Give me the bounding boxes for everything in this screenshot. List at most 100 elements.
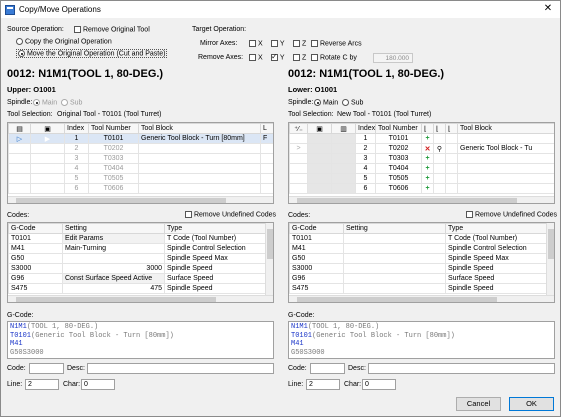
table-row[interactable]: 3 T0303 + bbox=[289, 153, 554, 164]
table-row[interactable]: 3 T0303 bbox=[8, 153, 273, 164]
add-icon[interactable]: + bbox=[421, 183, 434, 194]
table-row[interactable]: 6 T0606 bbox=[8, 183, 273, 194]
table-row[interactable]: G50 Spindle Speed Max bbox=[8, 253, 267, 264]
right-line-field[interactable]: 2 bbox=[306, 379, 340, 390]
close-icon[interactable]: ✕ bbox=[540, 2, 556, 16]
col-gcode[interactable]: G-Code bbox=[289, 223, 344, 234]
radio-button[interactable] bbox=[16, 38, 23, 45]
chart-icon[interactable]: ⌊ bbox=[421, 123, 434, 134]
title-bar: Copy/Move Operations ✕ bbox=[1, 1, 560, 18]
left-codes-hscroll[interactable] bbox=[8, 295, 273, 302]
remove-original-tool-checkbox[interactable]: Remove Original Tool bbox=[74, 26, 150, 33]
table-row[interactable]: >2 T0202 ✕ ⚲ Generic Tool Block - Tu bbox=[289, 143, 554, 154]
left-char-label: Char: bbox=[63, 381, 81, 388]
col-tool-number[interactable]: Tool Number bbox=[88, 123, 139, 134]
play-selected-icon[interactable]: ▶ bbox=[30, 133, 65, 144]
cancel-button[interactable]: Cancel bbox=[456, 397, 501, 411]
col-type[interactable]: Type bbox=[164, 223, 267, 234]
rotate-c-checkbox[interactable]: Rotate C by bbox=[311, 54, 357, 61]
right-char-field[interactable]: 0 bbox=[362, 379, 396, 390]
add-icon[interactable]: + bbox=[421, 173, 434, 184]
ok-button[interactable]: OK bbox=[509, 397, 554, 411]
col-setting[interactable]: Setting bbox=[62, 223, 165, 234]
table-row[interactable]: M41 Spindle Control Selection bbox=[289, 243, 548, 254]
table-row[interactable]: T0101 Edit Params T Code (Tool Number) bbox=[8, 233, 267, 244]
remove-x-checkbox[interactable]: X bbox=[249, 54, 263, 61]
table-row[interactable]: S475 475 Spindle Speed bbox=[8, 283, 267, 294]
right-spindle-main-radio[interactable]: Main bbox=[314, 99, 338, 106]
table-row[interactable]: 2 T0202 bbox=[8, 143, 273, 154]
right-desc-label: Desc: bbox=[348, 365, 366, 372]
mirror-z-checkbox[interactable]: Z bbox=[293, 40, 306, 47]
table-row[interactable]: S3000 Spindle Speed bbox=[289, 263, 548, 274]
right-gcode-editor[interactable]: N1M1(TOOL 1, 80-DEG.) T0101(Generic Tool … bbox=[288, 321, 555, 359]
remove-icon[interactable]: ✕ bbox=[421, 143, 434, 154]
table-row[interactable]: ▷ ▶ 1 T0101 Generic Tool Block - Turn [8… bbox=[8, 133, 273, 144]
table-row[interactable]: M41 Main-Turning Spindle Control Selection bbox=[8, 243, 267, 254]
left-desc-field[interactable] bbox=[87, 363, 274, 374]
left-tool-hscroll[interactable] bbox=[8, 196, 273, 203]
mirror-x-checkbox[interactable]: X bbox=[249, 40, 263, 47]
table-row[interactable]: S3000 3000 Spindle Speed bbox=[8, 263, 267, 274]
right-desc-field[interactable] bbox=[368, 363, 555, 374]
col-extra[interactable]: L bbox=[260, 123, 273, 134]
col-tool-block[interactable]: Tool Block bbox=[138, 123, 261, 134]
remove-z-checkbox[interactable]: Z bbox=[293, 54, 306, 61]
remove-y-checkbox[interactable]: Y bbox=[271, 52, 285, 61]
window-title: Copy/Move Operations bbox=[19, 5, 101, 14]
right-code-field[interactable] bbox=[310, 363, 345, 374]
turret-icon[interactable]: ▣ bbox=[307, 123, 332, 134]
search-icon[interactable]: ⚲ bbox=[433, 143, 446, 154]
table-row[interactable]: 4 T0404 + bbox=[289, 163, 554, 174]
left-spindle-sub-radio: Sub bbox=[61, 99, 82, 106]
right-remove-undefined-checkbox[interactable]: Remove Undefined Codes bbox=[466, 211, 557, 218]
copy-original-radio[interactable]: Copy the Original Operation bbox=[16, 38, 112, 45]
col-tool-number[interactable]: Tool Number bbox=[375, 123, 422, 134]
left-line-field[interactable]: 2 bbox=[25, 379, 59, 390]
col-index[interactable]: Index bbox=[64, 123, 89, 134]
table-row[interactable]: T0101 T Code (Tool Number) bbox=[289, 233, 548, 244]
radio-button-selected[interactable] bbox=[18, 50, 25, 57]
left-char-field[interactable]: 0 bbox=[81, 379, 115, 390]
app-icon bbox=[5, 4, 15, 15]
chart-icon[interactable]: ⌊ bbox=[445, 123, 458, 134]
left-code-field[interactable] bbox=[29, 363, 64, 374]
table-row[interactable]: G96 Const Surface Speed Active Surface Spe… bbox=[8, 273, 267, 284]
add-icon[interactable]: + bbox=[421, 153, 434, 164]
tool-icon[interactable]: ▥ bbox=[331, 123, 356, 134]
table-row[interactable]: 5 T0505 + bbox=[289, 173, 554, 184]
col-setting[interactable]: Setting bbox=[343, 223, 446, 234]
table-row[interactable]: 1 T0101 + bbox=[289, 133, 554, 144]
move-original-radio[interactable]: Move the Original Operation (Cut and Pas… bbox=[16, 49, 168, 59]
right-spindle-sub-radio[interactable]: Sub bbox=[342, 99, 363, 106]
checkbox-box[interactable] bbox=[74, 26, 81, 33]
mirror-y-checkbox[interactable]: Y bbox=[271, 40, 285, 47]
left-remove-undefined-checkbox[interactable]: Remove Undefined Codes bbox=[185, 211, 276, 218]
left-spindle-main-radio: Main bbox=[33, 99, 57, 106]
sort-icon[interactable]: ⁺⁄₋ bbox=[289, 123, 308, 134]
right-gcode-label: G-Code: bbox=[288, 312, 315, 319]
col-gcode[interactable]: G-Code bbox=[8, 223, 63, 234]
right-codes-vscroll[interactable] bbox=[546, 223, 554, 295]
left-gcode-editor[interactable]: N1M1(TOOL 1, 80-DEG.) T0101(Generic Tool … bbox=[7, 321, 274, 359]
table-row[interactable]: S475 Spindle Speed bbox=[289, 283, 548, 294]
turret-icon[interactable]: ▣ bbox=[30, 123, 65, 134]
col-tool-block[interactable]: Tool Block bbox=[457, 123, 554, 134]
rotate-c-input[interactable]: 180.000 bbox=[373, 53, 413, 63]
col-index[interactable]: Index bbox=[355, 123, 376, 134]
right-codes-hscroll[interactable] bbox=[289, 295, 554, 302]
right-codes-table: G-Code Setting Type T0101 T Code (Tool Numb… bbox=[288, 222, 555, 303]
reverse-arcs-checkbox[interactable]: Reverse Arcs bbox=[311, 40, 362, 47]
ruler-icon[interactable]: ▤ bbox=[8, 123, 31, 134]
add-icon[interactable]: + bbox=[421, 133, 434, 144]
right-tool-hscroll[interactable] bbox=[289, 196, 554, 203]
table-row[interactable]: 6 T0606 + bbox=[289, 183, 554, 194]
col-type[interactable]: Type bbox=[445, 223, 548, 234]
table-row[interactable]: G96 Surface Speed bbox=[289, 273, 548, 284]
table-row[interactable]: 4 T0404 bbox=[8, 163, 273, 174]
chart-icon[interactable]: ⌊ bbox=[433, 123, 446, 134]
left-codes-vscroll[interactable] bbox=[265, 223, 273, 295]
table-row[interactable]: 5 T0505 bbox=[8, 173, 273, 184]
add-icon[interactable]: + bbox=[421, 163, 434, 174]
table-row[interactable]: G50 Spindle Speed Max bbox=[289, 253, 548, 264]
